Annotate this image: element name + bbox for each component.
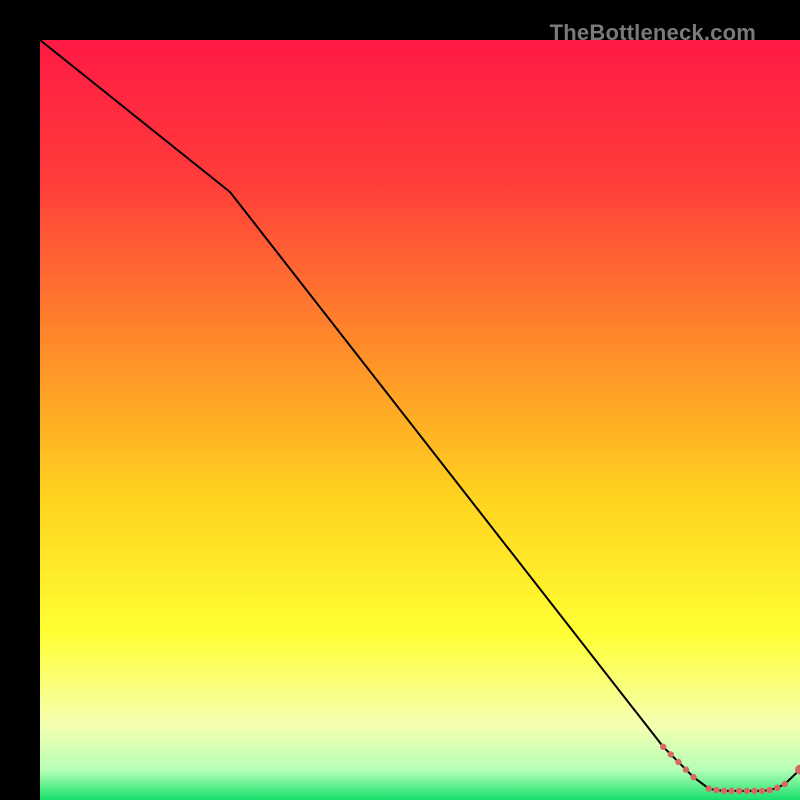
data-point (759, 788, 765, 794)
data-point (660, 744, 666, 750)
watermark-text: TheBottleneck.com (550, 20, 756, 46)
chart-frame: TheBottleneck.com (20, 20, 780, 780)
data-point (736, 788, 742, 794)
data-point (683, 766, 689, 772)
data-point (713, 787, 719, 793)
bottleneck-chart (40, 40, 800, 800)
data-point (751, 788, 757, 794)
data-point (744, 788, 750, 794)
data-point (675, 759, 681, 765)
data-point (706, 785, 712, 791)
data-point (774, 785, 780, 791)
data-point (728, 788, 734, 794)
data-point (766, 787, 772, 793)
data-point (690, 774, 696, 780)
gradient-background (40, 40, 800, 800)
data-point (721, 788, 727, 794)
data-point (782, 781, 788, 787)
data-point (668, 751, 674, 757)
